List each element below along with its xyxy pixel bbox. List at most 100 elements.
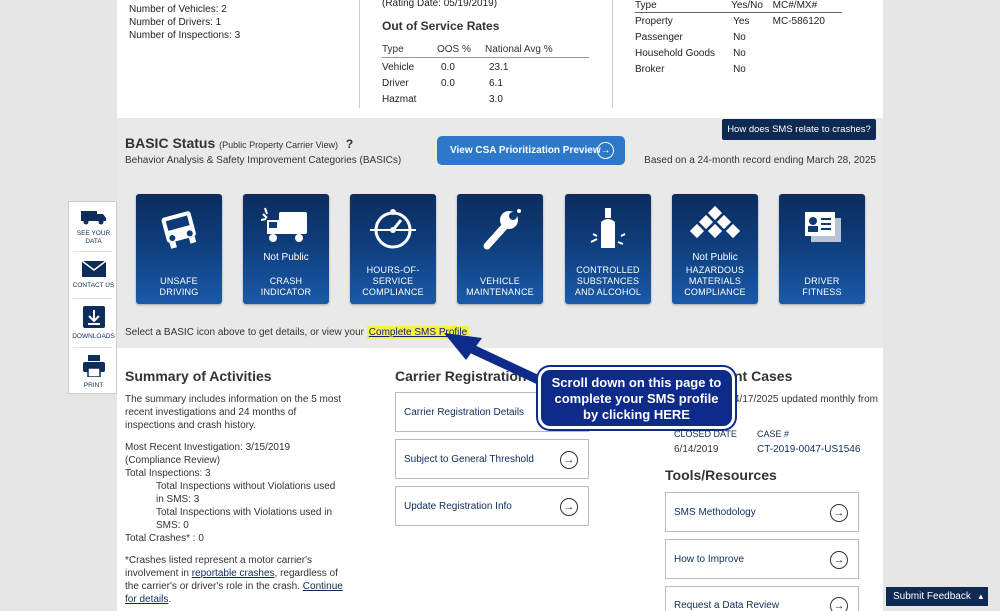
print-button[interactable]: PRINT (69, 355, 118, 390)
op-cell (773, 32, 842, 45)
card-label: Request a Data Review (674, 600, 780, 611)
callout-line: by clicking HERE (583, 407, 690, 422)
rail-label: CONTACT US (72, 282, 115, 289)
see-your-data-button[interactable]: SEE YOUR DATA (69, 209, 118, 246)
drivers-count: Number of Drivers: 1 (129, 17, 222, 28)
reportable-crashes-link[interactable]: reportable crashes (192, 568, 275, 579)
rating-date: (Rating Date: 05/19/2019) (382, 0, 498, 9)
oos-header-oos: OOS % (437, 44, 471, 55)
wrench-icon (483, 209, 521, 250)
arrow-right-icon: → (560, 451, 578, 469)
basic-tile-hours-of-service[interactable]: HOURS-OF- SERVICE COMPLIANCE (350, 194, 436, 304)
case-closed-date: 6/14/2019 (674, 444, 719, 455)
oos-header-natavg: National Avg % (485, 44, 553, 55)
basic-tile-crash-indicator[interactable]: Not Public CRASH INDICATOR (243, 194, 329, 304)
summary-intro: The summary includes information on the … (125, 394, 342, 431)
rail-label: PRINT (83, 382, 104, 389)
how-to-improve-button[interactable]: How to Improve → (665, 539, 859, 579)
carrier-stats: Number of Vehicles: 2 Number of Drivers:… (129, 3, 240, 42)
card-label: Update Registration Info (404, 500, 512, 512)
continue-link[interactable]: Continue (303, 581, 343, 592)
op-cell (773, 48, 842, 61)
tile-label-line: FITNESS (802, 287, 842, 297)
tile-np: Not Public (263, 252, 309, 263)
basic-tile-unsafe-driving[interactable]: UNSAFE DRIVING (136, 194, 222, 304)
oos-cell (437, 94, 485, 106)
oos-cell: 6.1 (489, 78, 503, 89)
rail-divider (73, 347, 112, 348)
table-row: Hazmat 3.0 (382, 94, 589, 106)
contact-us-button[interactable]: CONTACT US (69, 260, 118, 290)
submit-feedback-button[interactable]: Submit Feedback ▲ (886, 587, 988, 606)
op-cell: No (733, 64, 746, 75)
basic-tile-vehicle-maintenance[interactable]: VEHICLE MAINTENANCE (457, 194, 543, 304)
rail-label: DATA (85, 238, 102, 245)
cases-title: nt Cases (734, 368, 793, 384)
footnote-text: . (168, 594, 172, 605)
op-cell: Passenger (635, 32, 683, 43)
left-action-rail: SEE YOUR DATA CONTACT US DOWNLOADS PRINT (68, 201, 117, 394)
scroll-callout: Scroll down on this page to complete you… (538, 367, 735, 429)
op-header-yesno: Yes/No (731, 0, 763, 11)
table-row: Property Yes MC-586120 (635, 16, 842, 29)
tile-label-line: VEHICLE (480, 276, 520, 286)
sms-relate-crashes-button[interactable]: How does SMS relate to crashes? (722, 119, 876, 140)
tile-label: CRASH INDICATOR (243, 276, 329, 298)
oos-cell: 3.0 (489, 94, 503, 105)
oos-cell: Hazmat (382, 94, 417, 105)
tile-label: HAZARDOUS MATERIALS COMPLIANCE (672, 265, 758, 298)
cases-updated-text: 4/17/2025 updated monthly from (734, 394, 878, 405)
rail-divider (73, 251, 112, 252)
card-label: SMS Methodology (674, 506, 756, 518)
speedometer-icon (370, 209, 416, 249)
request-data-review-button[interactable]: Request a Data Review → (665, 586, 859, 611)
table-row: Passenger No (635, 32, 842, 45)
column-divider (359, 0, 360, 108)
total-crashes: Total Crashes* : 0 (125, 533, 204, 544)
bottle-icon (590, 208, 626, 248)
general-threshold-button[interactable]: Subject to General Threshold → (395, 439, 589, 479)
table-row: Broker No (635, 64, 842, 77)
rolling-period-text: Based on a 24-month record ending March … (644, 155, 876, 166)
hazmat-diamond-icon (690, 206, 740, 239)
op-cell: Broker (635, 64, 665, 75)
tile-label: DRIVER FITNESS (779, 276, 865, 298)
basic-tile-driver-fitness[interactable]: DRIVER FITNESS (779, 194, 865, 304)
update-registration-button[interactable]: Update Registration Info → (395, 486, 589, 526)
tile-label-line: CRASH (269, 276, 303, 286)
card-label: How to Improve (674, 553, 745, 565)
csa-prioritization-button[interactable]: View CSA Prioritization Preview → (437, 136, 625, 165)
rail-divider (73, 298, 112, 299)
summary-title: Summary of Activities (125, 368, 272, 384)
tile-label: CONTROLLED SUBSTANCES AND ALCOHOL (565, 265, 651, 298)
callout-line: Scroll down on this page to (551, 375, 722, 390)
arrow-right-icon: → (830, 597, 848, 611)
closed-date-header: CLOSED DATE (674, 429, 737, 439)
envelope-icon (81, 260, 106, 277)
basic-status-heading: BASIC Status (Public Property Carrier Vi… (125, 135, 353, 151)
case-number-link[interactable]: CT-2019-0047-US1546 (757, 443, 860, 456)
oos-cell: Vehicle (382, 62, 415, 73)
total-inspections: Total Inspections: 3 (125, 468, 211, 479)
op-cell (773, 64, 842, 77)
help-icon[interactable]: ? (346, 137, 353, 151)
crash-footnote: *Crashes listed represent a motor carrie… (125, 554, 345, 606)
card-label: Subject to General Threshold (404, 453, 534, 465)
column-divider (612, 0, 613, 108)
tile-label-line: MATERIALS (688, 276, 742, 286)
for-details-link[interactable]: for details (125, 594, 168, 605)
downloads-button[interactable]: DOWNLOADS (69, 306, 118, 341)
sms-methodology-button[interactable]: SMS Methodology → (665, 492, 859, 532)
basic-tile-controlled-substances[interactable]: CONTROLLED SUBSTANCES AND ALCOHOL (565, 194, 651, 304)
basic-tile-hazardous-materials[interactable]: Not Public HAZARDOUS MATERIALS COMPLIANCE (672, 194, 758, 304)
callout-arrow (444, 333, 550, 388)
oos-cell: 23.1 (489, 62, 509, 73)
id-card-icon (805, 212, 841, 242)
operation-type-table: Type Yes/No MC#/MX# Property Yes MC-5861… (635, 0, 842, 77)
oos-table: Type OOS % National Avg % Vehicle 0.0 23… (382, 44, 589, 106)
tile-label-line: AND ALCOHOL (574, 287, 642, 297)
basic-subtitle: Behavior Analysis & Safety Improvement C… (125, 155, 402, 166)
operation-header-row: Type Yes/No MC#/MX# (635, 0, 842, 13)
oos-cell: Driver (382, 78, 409, 89)
csa-button-label: View CSA Prioritization Preview (450, 145, 601, 156)
